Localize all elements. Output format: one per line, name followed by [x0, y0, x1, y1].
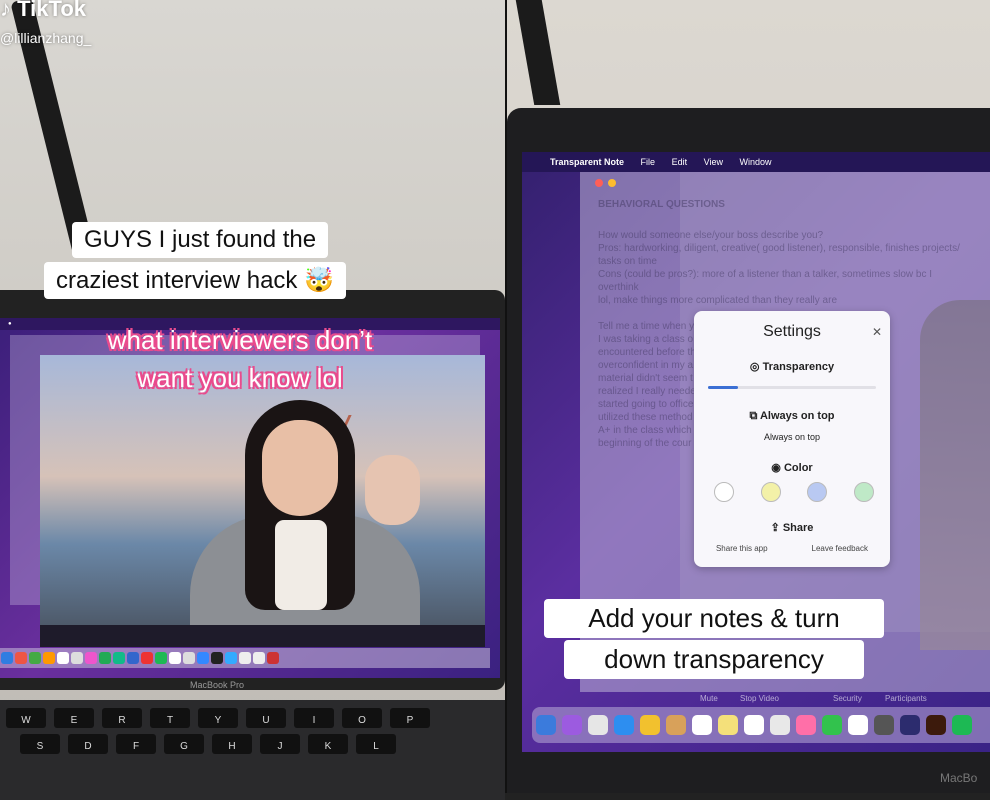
- color-swatch[interactable]: [853, 482, 874, 502]
- note-line: Cons (could be pros?): more of a listene…: [598, 269, 933, 293]
- transparency-slider[interactable]: [708, 386, 876, 389]
- zoom-toolbar-left: [40, 625, 485, 647]
- window-controls[interactable]: [595, 178, 621, 191]
- laptop-brand-right: MacBo: [940, 771, 978, 785]
- zoom-security[interactable]: Security: [833, 694, 862, 703]
- keyboard-key: H: [212, 734, 252, 754]
- color-swatch[interactable]: [760, 482, 781, 502]
- keyboard-key: E: [54, 708, 94, 728]
- color-swatches: [714, 482, 874, 502]
- zoom-stop-video[interactable]: Stop Video: [740, 694, 779, 703]
- share-row: ⇪ Share: [694, 521, 890, 534]
- keyboard-key: T: [150, 708, 190, 728]
- keyboard-key: O: [342, 708, 382, 728]
- always-on-top-row[interactable]: ⧉ Always on top: [694, 410, 890, 423]
- tiktok-logo: ♪ TikTok: [0, 0, 86, 21]
- color-swatch[interactable]: [714, 482, 734, 502]
- phone: [275, 520, 327, 610]
- share-this-app-link[interactable]: Share this app: [716, 544, 768, 553]
- keyboard-key: J: [260, 734, 300, 754]
- zoom-mute[interactable]: Mute: [700, 694, 718, 703]
- keyboard-key: W: [6, 708, 46, 728]
- note-line: How would someone else/your boss describ…: [598, 230, 824, 241]
- window-stack-icon: ⧉: [749, 410, 758, 422]
- menubar-right: Transparent Note File Edit View Window: [522, 152, 990, 172]
- dock-left: [0, 648, 490, 668]
- keyboard-key: Y: [198, 708, 238, 728]
- menu-window[interactable]: Window: [739, 157, 771, 167]
- settings-title: Settings: [763, 323, 821, 340]
- always-on-top-label: Always on top: [759, 410, 835, 422]
- share-icon: ⇪: [770, 522, 780, 534]
- keyboard-keys: WERTYUIOP SDFGHJKL: [0, 708, 505, 760]
- transparency-label: Transparency: [762, 361, 835, 373]
- note-line: Pros: hardworking, diligent, creative( g…: [598, 243, 960, 254]
- person: [190, 400, 420, 625]
- dock-right: [532, 707, 990, 743]
- transparency-row: ◎ Transparency: [694, 360, 890, 373]
- overlay-text-line2: want you know lol: [137, 363, 343, 393]
- notes-heading: BEHAVIORAL QUESTIONS: [598, 199, 725, 210]
- keyboard-key: R: [102, 708, 142, 728]
- palette-icon: ◉: [771, 462, 781, 474]
- caption-right-line1: Add your notes & turn: [544, 599, 884, 638]
- menu-file[interactable]: File: [641, 157, 656, 167]
- note-line: tasks on time: [598, 256, 657, 267]
- overlay-text-line1: what interviewers don’t: [107, 325, 373, 355]
- settings-popover: Settings ✕ ◎ Transparency ⧉ Always on to…: [694, 311, 890, 567]
- always-on-top-sub[interactable]: Always on top: [694, 432, 890, 442]
- share-label: Share: [782, 522, 814, 534]
- keyboard-key: P: [390, 708, 430, 728]
- color-swatch[interactable]: [807, 482, 828, 502]
- zoom-toolbar-right: Mute Stop Video Security Participants: [680, 690, 990, 708]
- keyboard-key: L: [356, 734, 396, 754]
- menu-edit[interactable]: Edit: [672, 157, 688, 167]
- caption-right-line2: down transparency: [564, 640, 864, 679]
- transparency-slider-fill: [708, 386, 739, 389]
- tiktok-handle: @lillianzhang_: [0, 30, 92, 46]
- zoom-participants[interactable]: Participants: [885, 694, 927, 703]
- leave-feedback-link[interactable]: Leave feedback: [812, 544, 869, 553]
- keyboard-key: U: [246, 708, 286, 728]
- keyboard-key: I: [294, 708, 334, 728]
- keyboard-key: F: [116, 734, 156, 754]
- keyboard-key: S: [20, 734, 60, 754]
- keyboard-key: D: [68, 734, 108, 754]
- color-label: Color: [783, 462, 813, 474]
- caption-left-line2: craziest interview hack 🤯: [44, 262, 346, 299]
- color-row: ◉ Color: [694, 461, 890, 474]
- laptop-brand-left: MacBook Pro: [190, 680, 245, 690]
- keyboard-key: G: [164, 734, 204, 754]
- zoom-video-left: [40, 355, 485, 625]
- close-icon[interactable]: ✕: [872, 325, 882, 339]
- keyboard-key: K: [308, 734, 348, 754]
- note-line: lol, make things more complicated than t…: [598, 295, 838, 306]
- menubar-app-name[interactable]: Transparent Note: [550, 157, 624, 167]
- menu-view[interactable]: View: [704, 157, 723, 167]
- caption-left-line1: GUYS I just found the: [72, 222, 329, 258]
- transparency-icon: ◎: [749, 361, 760, 373]
- waving-hand: [365, 455, 420, 525]
